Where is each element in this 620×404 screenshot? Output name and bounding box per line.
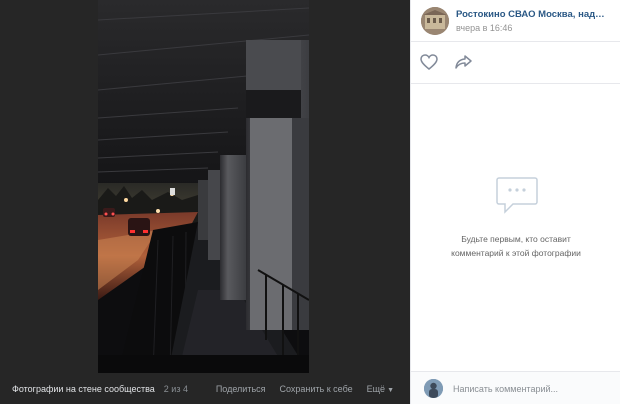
comment-input[interactable] — [453, 379, 613, 398]
community-avatar[interactable] — [421, 7, 449, 35]
empty-comments-text: Будьте первым, кто оставит комментарий к… — [431, 232, 601, 260]
comment-bar — [411, 371, 620, 404]
photo-actions — [411, 42, 620, 84]
photo-counter: 2 из 4 — [163, 383, 188, 394]
community-name[interactable]: Ростокино СВАО Москва, надень — [456, 9, 606, 20]
save-to-profile-link[interactable]: Сохранить к себе — [280, 384, 353, 394]
comments-empty-state: Будьте первым, кто оставит комментарий к… — [411, 84, 620, 371]
photo[interactable] — [98, 0, 309, 373]
post-time[interactable]: вчера в 16:46 — [456, 23, 512, 33]
more-label: Ещё — [366, 383, 386, 394]
album-title[interactable]: Фотографии на стене сообщества — [12, 384, 155, 394]
user-avatar[interactable] — [424, 379, 443, 398]
photo-bottom-bar: Фотографии на стене сообщества 2 из 4 По… — [0, 373, 410, 404]
chevron-down-icon: ▼ — [387, 386, 394, 394]
share-link[interactable]: Поделиться — [216, 384, 266, 394]
comments-bubble-icon — [495, 176, 539, 221]
photo-pane: Фотографии на стене сообщества 2 из 4 По… — [0, 0, 410, 404]
author-header: Ростокино СВАО Москва, надень вчера в 16… — [411, 0, 620, 42]
share-arrow-icon[interactable] — [455, 54, 473, 75]
heart-icon[interactable] — [420, 54, 438, 75]
side-panel: Ростокино СВАО Москва, надень вчера в 16… — [410, 0, 620, 404]
photo-viewer: Фотографии на стене сообщества 2 из 4 По… — [0, 0, 620, 404]
more-menu[interactable]: Ещё ▼ — [367, 384, 394, 394]
empty-line-1: Будьте первым, кто оставит — [461, 234, 571, 244]
empty-line-2: комментарий к этой фотографии — [451, 248, 581, 258]
